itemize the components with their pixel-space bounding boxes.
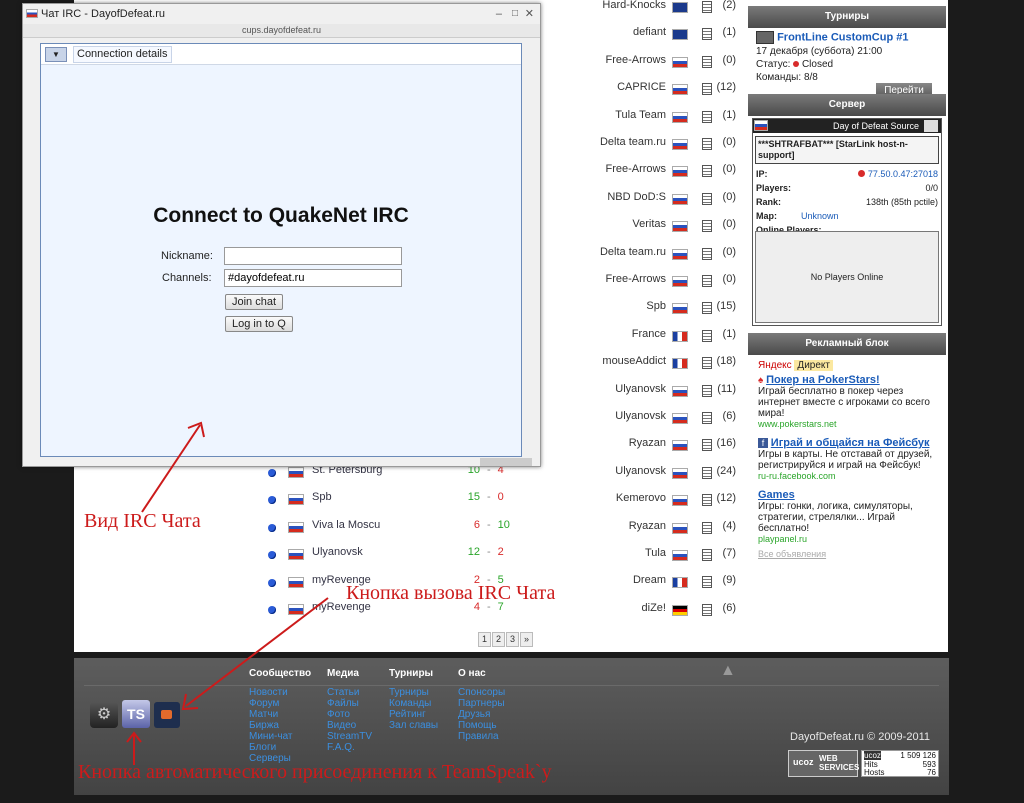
arrow-irc-view: [141, 424, 201, 513]
annotation-irc-view: Вид IRC Чата: [84, 510, 201, 532]
annotation-teamspeak: Кнопка автоматического присоединения к T…: [78, 761, 552, 783]
annotation-irc-button: Кнопка вызова IRC Чата: [346, 582, 556, 604]
arrow-irc-button: [185, 597, 329, 707]
annotation-arrows: [126, 421, 329, 765]
